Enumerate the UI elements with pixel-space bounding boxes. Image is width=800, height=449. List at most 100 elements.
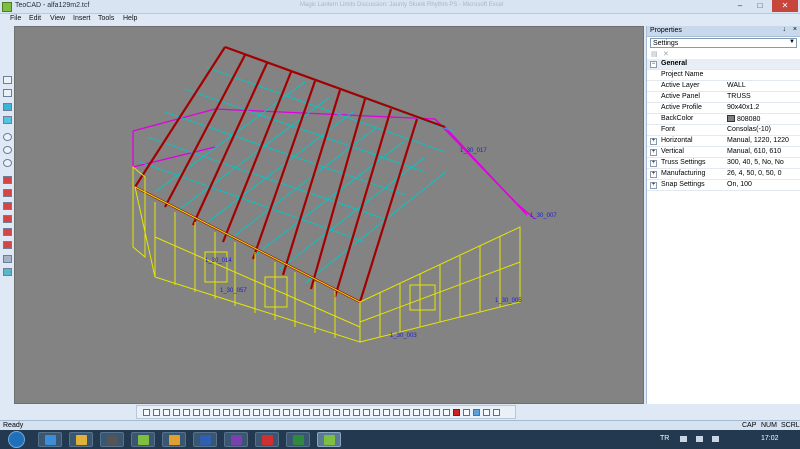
minimize-button[interactable]: ‒: [731, 0, 749, 12]
close-button[interactable]: ✕: [772, 0, 798, 12]
property-row[interactable]: + Snap Settings On, 100: [647, 180, 800, 191]
menu-insert[interactable]: Insert: [73, 15, 91, 22]
toolbar-tool-icon[interactable]: [463, 409, 470, 416]
panel-close-icon[interactable]: ×: [793, 26, 797, 33]
property-row[interactable]: + Vertical Manual, 610, 610: [647, 147, 800, 158]
start-button[interactable]: [8, 431, 25, 448]
tray-volume-icon[interactable]: [712, 436, 719, 442]
property-value[interactable]: 808080: [727, 115, 760, 123]
toolbar-tool-icon[interactable]: [173, 409, 180, 416]
maximize-button[interactable]: □: [751, 0, 769, 12]
toolbar-tool-icon[interactable]: [333, 409, 340, 416]
property-value[interactable]: Manual, 610, 610: [727, 148, 781, 155]
property-value[interactable]: 300, 40, 5, No, No: [727, 159, 784, 166]
toolbar-tool-icon[interactable]: [353, 409, 360, 416]
taskbar-app-files[interactable]: [69, 432, 93, 447]
toolbar-tool-icon[interactable]: [263, 409, 270, 416]
expand-icon[interactable]: +: [650, 171, 657, 178]
zoom-in-icon[interactable]: [3, 133, 12, 141]
toolbar-tool-icon[interactable]: [153, 409, 160, 416]
toolbar-tool-icon[interactable]: [223, 409, 230, 416]
language-indicator[interactable]: TR: [660, 435, 669, 442]
toolbar-tool-icon[interactable]: [233, 409, 240, 416]
eye-icon[interactable]: [3, 268, 12, 276]
property-row[interactable]: Project Name: [647, 70, 800, 81]
properties-object-select[interactable]: Settings ▼: [650, 38, 797, 48]
property-row[interactable]: Active Layer WALL: [647, 81, 800, 92]
taskbar-app-excel[interactable]: [286, 432, 310, 447]
property-row[interactable]: Font Consolas(-10): [647, 125, 800, 136]
toolbar-tool-icon[interactable]: [493, 409, 500, 416]
toolbar-tool-icon[interactable]: [383, 409, 390, 416]
toolbar-tool-icon[interactable]: [303, 409, 310, 416]
expand-icon[interactable]: +: [650, 138, 657, 145]
toolbar-tool-icon[interactable]: [313, 409, 320, 416]
toolbar-tool-icon[interactable]: [423, 409, 430, 416]
toolbar-tool-icon[interactable]: [183, 409, 190, 416]
collapse-icon[interactable]: −: [650, 61, 657, 68]
stack-icon[interactable]: [3, 255, 12, 263]
toolbar-tool-icon[interactable]: [413, 409, 420, 416]
property-value[interactable]: Consolas(-10): [727, 126, 771, 133]
taskbar-app-ie[interactable]: [38, 432, 62, 447]
drawing-canvas[interactable]: 1_30_014 1_30_005 1_30_003 1_30_007 1_30…: [14, 26, 644, 404]
toolbar-tool-icon[interactable]: [403, 409, 410, 416]
red-box-icon[interactable]: [3, 189, 12, 197]
toolbar-tool-icon[interactable]: [473, 409, 480, 416]
menu-edit[interactable]: Edit: [29, 15, 41, 22]
property-value[interactable]: 26, 4, 50, 0, 50, 0: [727, 170, 782, 177]
pin-icon[interactable]: ↓: [783, 26, 787, 33]
taskbar-app-teocad2[interactable]: [317, 432, 341, 447]
toolbar-tool-icon[interactable]: [243, 409, 250, 416]
toolbar-tool-icon[interactable]: [373, 409, 380, 416]
toolbar-tool-icon[interactable]: [143, 409, 150, 416]
red-box-icon[interactable]: [3, 176, 12, 184]
property-row[interactable]: + Horizontal Manual, 1220, 1220: [647, 136, 800, 147]
box-icon[interactable]: [3, 89, 12, 97]
property-value[interactable]: On, 100: [727, 181, 752, 188]
toolbar-tool-icon[interactable]: [273, 409, 280, 416]
toolbar-tool-icon[interactable]: [193, 409, 200, 416]
toolbar-tool-icon[interactable]: [393, 409, 400, 416]
taskbar-app-yandex[interactable]: [255, 432, 279, 447]
toolbar-tool-icon[interactable]: [203, 409, 210, 416]
property-row[interactable]: BackColor 808080: [647, 114, 800, 125]
expand-icon[interactable]: +: [650, 182, 657, 189]
property-row[interactable]: + Manufacturing 26, 4, 50, 0, 50, 0: [647, 169, 800, 180]
expand-icon[interactable]: +: [650, 160, 657, 167]
taskbar-app-word[interactable]: [193, 432, 217, 447]
toolbar-tool-icon[interactable]: [163, 409, 170, 416]
property-value[interactable]: WALL: [727, 82, 746, 89]
sort-icon[interactable]: ▤: [651, 50, 659, 58]
globe-icon[interactable]: [3, 159, 12, 167]
red-box-icon[interactable]: [3, 228, 12, 236]
toolbar-tool-icon[interactable]: [453, 409, 460, 416]
toolbar-tool-icon[interactable]: [363, 409, 370, 416]
toolbar-tool-icon[interactable]: [293, 409, 300, 416]
property-row[interactable]: + Truss Settings 300, 40, 5, No, No: [647, 158, 800, 169]
menu-file[interactable]: File: [10, 15, 21, 22]
property-category-general[interactable]: − General: [647, 59, 800, 70]
property-value[interactable]: Manual, 1220, 1220: [727, 137, 789, 144]
toolbar-tool-icon[interactable]: [253, 409, 260, 416]
red-box-icon[interactable]: [3, 202, 12, 210]
toolbar-tool-icon[interactable]: [323, 409, 330, 416]
layer-icon[interactable]: [3, 103, 12, 111]
box-icon[interactable]: [3, 76, 12, 84]
property-value[interactable]: 90x40x1.2: [727, 104, 759, 111]
tray-network-icon[interactable]: [696, 436, 703, 442]
toolbar-tool-icon[interactable]: [433, 409, 440, 416]
toolbar-tool-icon[interactable]: [343, 409, 350, 416]
property-row[interactable]: Active Panel TRUSS: [647, 92, 800, 103]
tray-flag-icon[interactable]: [680, 436, 687, 442]
zoom-out-icon[interactable]: [3, 146, 12, 154]
taskbar-app-yahoo[interactable]: [224, 432, 248, 447]
property-value[interactable]: TRUSS: [727, 93, 751, 100]
taskbar-app-winamp[interactable]: [100, 432, 124, 447]
delete-icon[interactable]: ✕: [663, 50, 671, 58]
toolbar-tool-icon[interactable]: [213, 409, 220, 416]
menu-help[interactable]: Help: [123, 15, 137, 22]
red-box-icon[interactable]: [3, 215, 12, 223]
red-box-icon[interactable]: [3, 241, 12, 249]
property-row[interactable]: Active Profile 90x40x1.2: [647, 103, 800, 114]
